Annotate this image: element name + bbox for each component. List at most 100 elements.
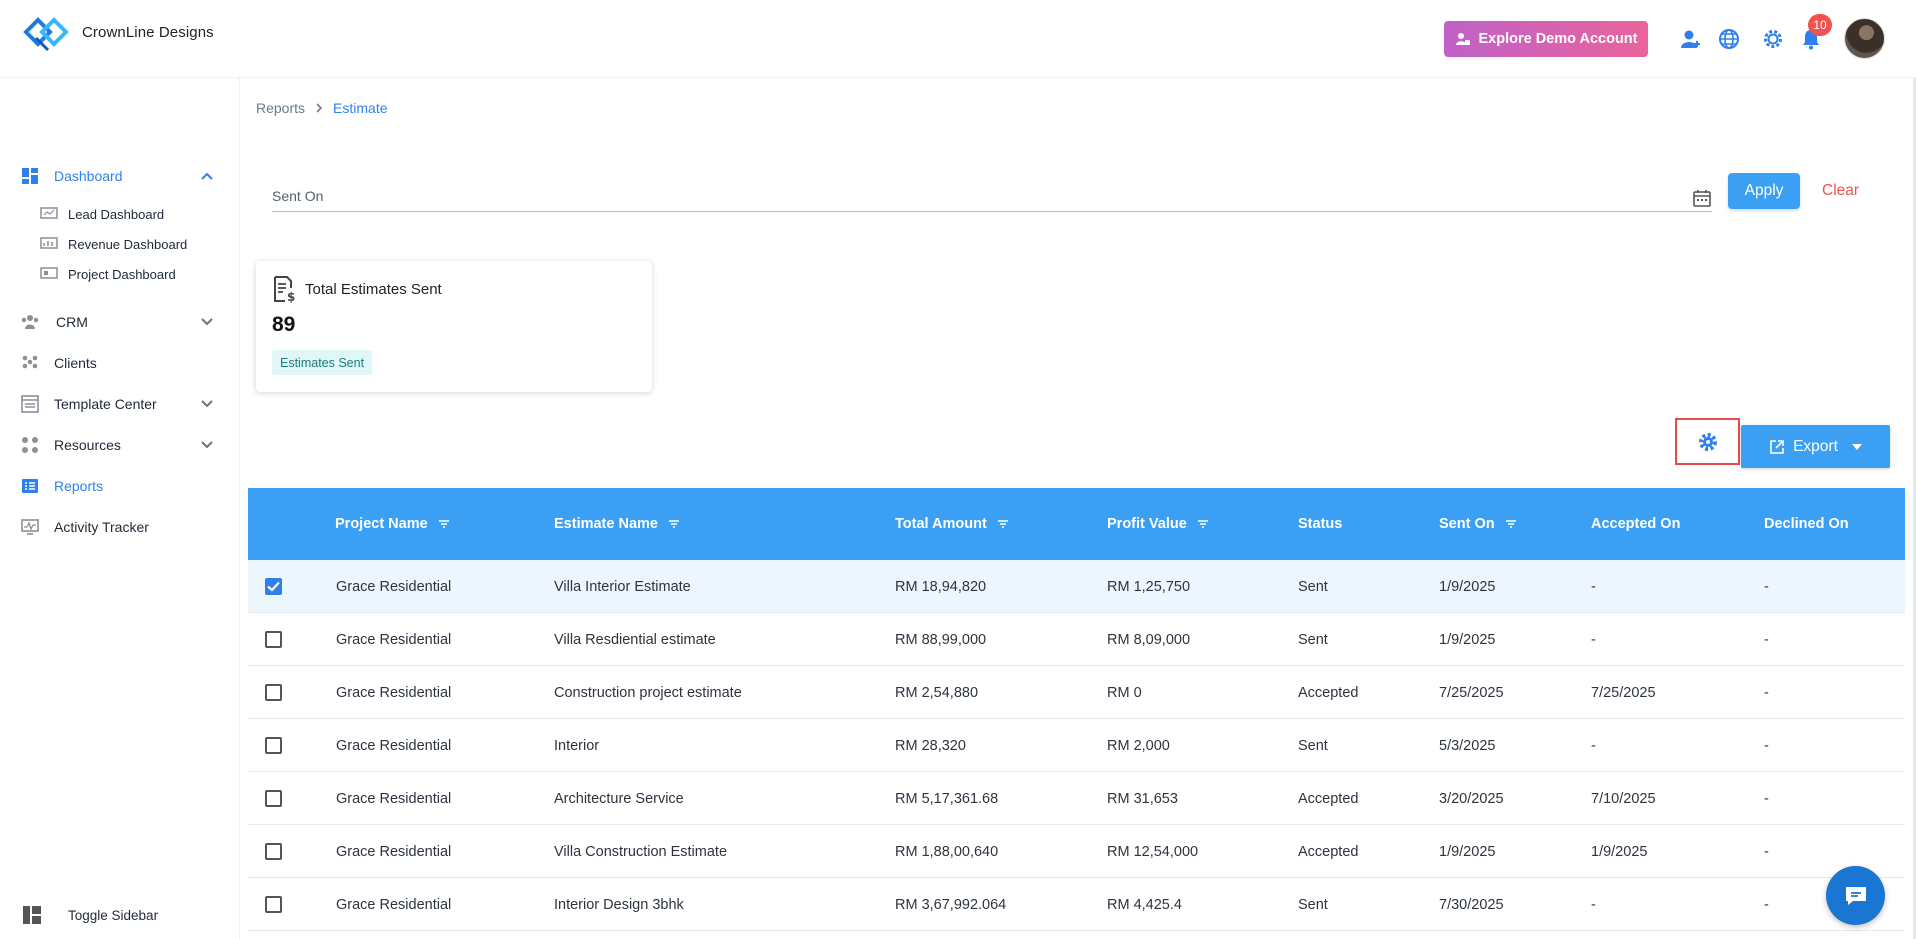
sidebar-item-reports[interactable]: Reports <box>0 469 240 503</box>
column-header-declined-on[interactable]: Declined On <box>1764 488 1849 560</box>
column-label: Declined On <box>1764 516 1849 532</box>
column-label: Profit Value <box>1107 516 1187 532</box>
table-row[interactable]: Grace Residential Construction project es… <box>248 666 1905 719</box>
cell-status: Sent <box>1298 631 1328 648</box>
column-header-sent-on[interactable]: Sent On <box>1439 488 1517 560</box>
cell-estimate: Construction project estimate <box>554 684 742 701</box>
sort-icon[interactable] <box>438 519 450 529</box>
cell-declined: - <box>1764 631 1769 648</box>
chat-button[interactable] <box>1826 866 1885 925</box>
row-checkbox[interactable] <box>265 896 282 913</box>
calendar-icon[interactable] <box>1692 188 1712 213</box>
export-button[interactable]: Export <box>1741 425 1890 468</box>
sidebar-item-template-center[interactable]: Template Center <box>0 387 240 421</box>
chevron-up-icon[interactable] <box>198 167 216 185</box>
cell-profit: RM 4,425.4 <box>1107 896 1182 913</box>
cell-sent: 3/20/2025 <box>1439 790 1504 807</box>
table-header: Project Name Estimate Name Total Amount … <box>248 488 1905 560</box>
stat-badge: Estimates Sent <box>272 350 373 375</box>
column-header-project-name[interactable]: Project Name <box>335 488 450 560</box>
row-checkbox[interactable] <box>265 843 282 860</box>
cell-declined: - <box>1764 896 1769 913</box>
table-row[interactable]: Grace Residential Interior Design 3bhk RM … <box>248 878 1905 931</box>
sidebar-subitem-project-dashboard[interactable]: Project Dashboard <box>40 263 176 285</box>
toggle-sidebar-button[interactable]: Toggle Sidebar <box>22 905 158 925</box>
cell-estimate: Interior Design 3bhk <box>554 896 684 913</box>
explore-demo-button[interactable]: Explore Demo Account <box>1444 21 1648 57</box>
sidebar-item-label: Activity Tracker <box>54 519 149 535</box>
table-row[interactable]: Grace Residential Villa Resdiential estim… <box>248 613 1905 666</box>
sidebar-item-dashboard[interactable]: Dashboard <box>0 159 240 193</box>
sidebar-item-crm[interactable]: CRM <box>0 305 240 339</box>
breadcrumb-reports-link[interactable]: Reports <box>256 100 305 116</box>
export-icon <box>1770 439 1784 454</box>
table-row[interactable]: Grace Residential Villa Interior Estimate… <box>248 560 1905 613</box>
sort-icon[interactable] <box>668 519 680 529</box>
dashboard-icon <box>20 166 40 186</box>
sidebar-item-activity-tracker[interactable]: Activity Tracker <box>0 510 240 544</box>
sent-on-date-field[interactable]: Sent On <box>272 182 1712 212</box>
explore-demo-label: Explore Demo Account <box>1478 31 1638 47</box>
total-estimates-card: $ Total Estimates Sent 89 Estimates Sent <box>256 261 652 392</box>
row-checkbox[interactable] <box>265 578 282 595</box>
breadcrumb: Reports Estimate <box>256 100 388 116</box>
sort-icon[interactable] <box>1505 519 1517 529</box>
cell-accepted: - <box>1591 578 1596 595</box>
sort-icon[interactable] <box>997 519 1009 529</box>
cell-project: Grace Residential <box>336 578 452 595</box>
sidebar-item-clients[interactable]: Clients <box>0 346 240 380</box>
column-label: Sent On <box>1439 516 1495 532</box>
table-row[interactable]: Grace Residential Interior RM 28,320 RM 2,0… <box>248 719 1905 772</box>
row-checkbox[interactable] <box>265 737 282 754</box>
column-header-accepted-on[interactable]: Accepted On <box>1591 488 1680 560</box>
cell-declined: - <box>1764 578 1769 595</box>
cell-accepted: - <box>1591 631 1596 648</box>
sidebar-subitem-revenue-dashboard[interactable]: Revenue Dashboard <box>40 233 187 255</box>
apply-button[interactable]: Apply <box>1728 173 1800 209</box>
clear-button[interactable]: Clear <box>1822 182 1859 200</box>
column-settings-button[interactable] <box>1675 418 1740 465</box>
cell-amount: RM 1,88,00,640 <box>895 843 999 860</box>
column-header-status[interactable]: Status <box>1298 488 1342 560</box>
reports-icon <box>20 476 40 496</box>
cell-sent: 7/25/2025 <box>1439 684 1504 701</box>
chat-icon <box>1845 886 1866 905</box>
chevron-down-icon[interactable] <box>198 436 216 454</box>
cell-project: Grace Residential <box>336 684 452 701</box>
row-checkbox[interactable] <box>265 631 282 648</box>
sent-on-label: Sent On <box>272 188 324 204</box>
sidebar: Dashboard Lead Dashboard Revenue Dashboa… <box>0 78 240 939</box>
table-row[interactable]: Grace Residential Villa Construction Esti… <box>248 825 1905 878</box>
user-lock-icon <box>1455 33 1470 45</box>
row-checkbox[interactable] <box>265 684 282 701</box>
chevron-down-icon[interactable] <box>198 313 216 331</box>
cell-project: Grace Residential <box>336 737 452 754</box>
brand-logo[interactable]: CrownLine Designs <box>22 12 214 52</box>
column-header-estimate-name[interactable]: Estimate Name <box>554 488 680 560</box>
row-checkbox[interactable] <box>265 790 282 807</box>
sidebar-subitem-label: Lead Dashboard <box>68 206 165 222</box>
gear-icon[interactable] <box>1760 26 1786 52</box>
table-row[interactable]: Grace Residential Architecture Service RM … <box>248 772 1905 825</box>
sidebar-item-resources[interactable]: Resources <box>0 428 240 462</box>
add-user-icon[interactable] <box>1678 26 1704 52</box>
gear-icon <box>1698 432 1717 451</box>
monitor-icon <box>40 267 58 281</box>
sort-icon[interactable] <box>1197 519 1209 529</box>
chevron-down-icon[interactable] <box>198 395 216 413</box>
export-label: Export <box>1793 437 1838 455</box>
cell-accepted: 1/9/2025 <box>1591 843 1648 860</box>
cell-status: Accepted <box>1298 843 1359 860</box>
column-header-profit-value[interactable]: Profit Value <box>1107 488 1209 560</box>
avatar[interactable] <box>1844 18 1885 59</box>
column-header-total-amount[interactable]: Total Amount <box>895 488 1009 560</box>
brand-name: CrownLine Designs <box>82 23 214 41</box>
notification-badge: 10 <box>1808 14 1832 36</box>
column-label: Project Name <box>335 516 428 532</box>
globe-icon[interactable] <box>1716 26 1742 52</box>
sidebar-item-label: Dashboard <box>54 168 123 184</box>
cell-declined: - <box>1764 843 1769 860</box>
sidebar-subitem-label: Project Dashboard <box>68 266 176 282</box>
cell-status: Sent <box>1298 896 1328 913</box>
sidebar-subitem-lead-dashboard[interactable]: Lead Dashboard <box>40 203 164 225</box>
